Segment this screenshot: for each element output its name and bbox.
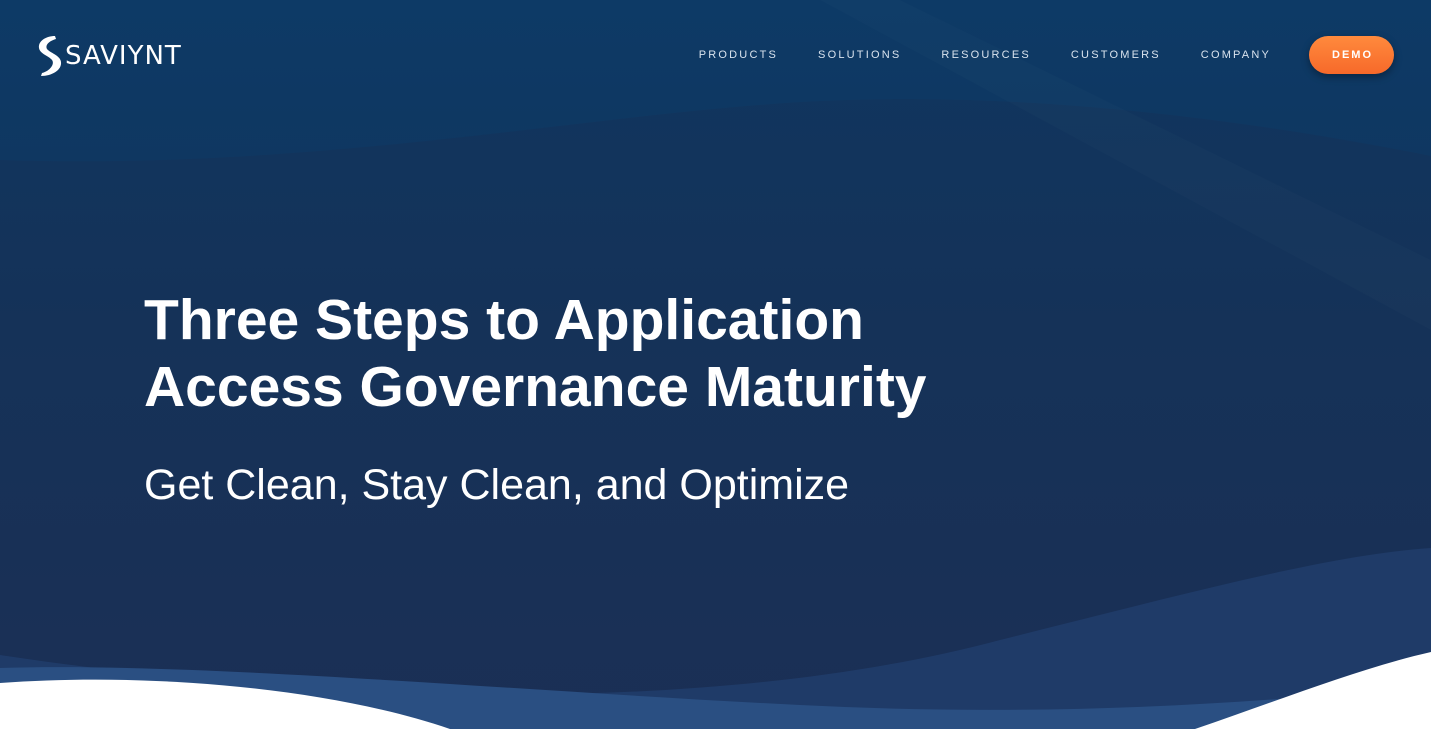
nav-link-customers[interactable]: CUSTOMERS — [1071, 47, 1161, 63]
top-navigation: SAVIYNT PRODUCTS SOLUTIONS RESOURCES CUS… — [0, 0, 1431, 110]
demo-button[interactable]: DEMO — [1309, 36, 1394, 74]
nav-link-solutions[interactable]: SOLUTIONS — [818, 47, 901, 63]
brand-name: SAVIYNT — [65, 41, 182, 71]
saviynt-logo[interactable]: SAVIYNT — [36, 35, 182, 77]
title-line-2: Access Governance Maturity — [144, 355, 927, 419]
hero-section: SAVIYNT PRODUCTS SOLUTIONS RESOURCES CUS… — [0, 0, 1431, 729]
saviynt-s-icon — [38, 36, 62, 76]
title-line-1: Three Steps to Application — [144, 288, 864, 352]
nav-link-company[interactable]: COMPANY — [1201, 47, 1271, 63]
page-title: Three Steps to Application Access Govern… — [144, 287, 1044, 421]
main-menu: PRODUCTS SOLUTIONS RESOURCES CUSTOMERS C… — [659, 47, 1271, 63]
nav-link-resources[interactable]: RESOURCES — [941, 47, 1030, 63]
nav-link-products[interactable]: PRODUCTS — [699, 47, 778, 63]
page-subtitle: Get Clean, Stay Clean, and Optimize — [144, 461, 850, 509]
